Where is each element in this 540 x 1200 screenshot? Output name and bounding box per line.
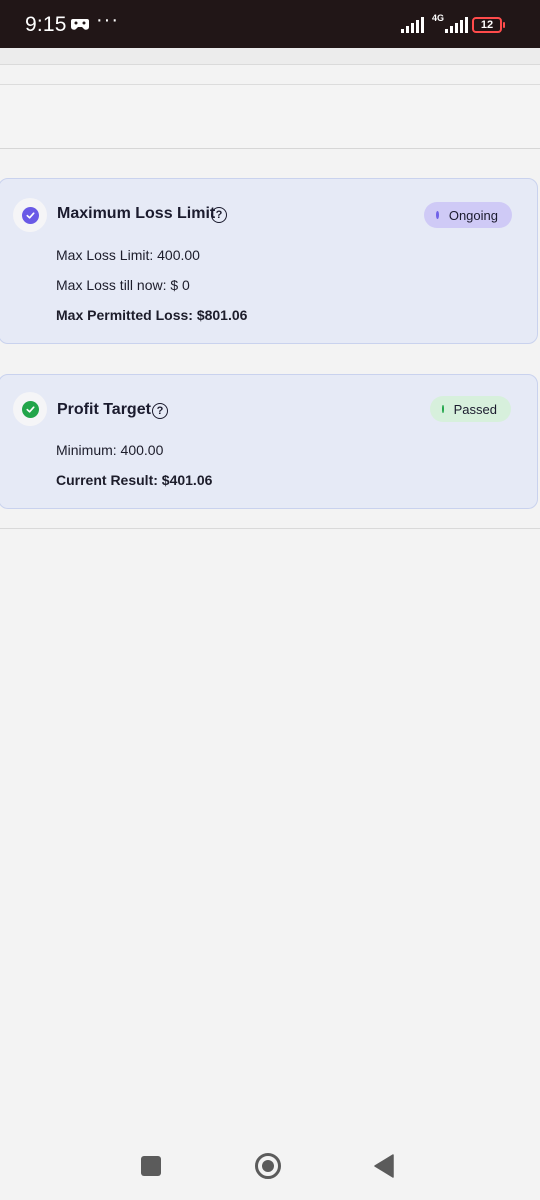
signal-strength-icon <box>445 17 468 33</box>
battery-icon: 12 <box>472 17 505 33</box>
status-dot <box>436 211 439 219</box>
max-loss-till-now-row: Max Loss till now: $ 0 <box>56 277 190 293</box>
current-result-row: Current Result: $401.06 <box>56 472 213 488</box>
status-badge-passed: Passed <box>430 396 511 422</box>
check-icon <box>21 206 39 224</box>
max-loss-card: Maximum Loss Limit ? Ongoing Max Loss Li… <box>0 178 538 344</box>
screen: 9:15 ··· 4G 12 Maximum Loss Limit ? Ongo… <box>0 0 540 1200</box>
app-bar <box>0 48 540 64</box>
network-type-label: 4G <box>432 13 445 23</box>
status-badge-ongoing: Ongoing <box>424 202 512 228</box>
status-label: Ongoing <box>448 207 498 223</box>
divider <box>0 528 540 529</box>
question-mark-icon[interactable]: ? <box>211 207 227 223</box>
status-label: Passed <box>453 401 497 417</box>
signal-strength-icon <box>401 17 424 33</box>
recent-apps-icon[interactable] <box>141 1156 161 1176</box>
status-time: 9:15 <box>25 13 67 36</box>
battery-level: 12 <box>480 19 494 31</box>
check-badge <box>13 198 47 232</box>
game-controller-icon <box>71 19 89 30</box>
minimum-row: Minimum: 400.00 <box>56 442 164 458</box>
header-section <box>0 84 540 149</box>
question-mark-icon[interactable]: ? <box>152 403 168 419</box>
max-loss-limit-row: Max Loss Limit: 400.00 <box>56 247 200 263</box>
card-title: Maximum Loss Limit <box>57 205 216 222</box>
back-icon[interactable] <box>374 1154 394 1178</box>
divider <box>0 64 540 65</box>
max-permitted-loss-row: Max Permitted Loss: $801.06 <box>56 307 248 323</box>
check-icon <box>21 400 39 418</box>
status-bar: 9:15 ··· 4G 12 <box>0 0 540 48</box>
more-notifications-icon: ··· <box>96 9 119 31</box>
card-title: Profit Target <box>57 401 151 418</box>
status-dot <box>442 405 444 413</box>
check-badge <box>13 392 47 426</box>
home-dot <box>262 1160 274 1172</box>
home-icon[interactable] <box>255 1153 281 1179</box>
profit-target-card: Profit Target ? Passed Minimum: 400.00 C… <box>0 374 538 509</box>
